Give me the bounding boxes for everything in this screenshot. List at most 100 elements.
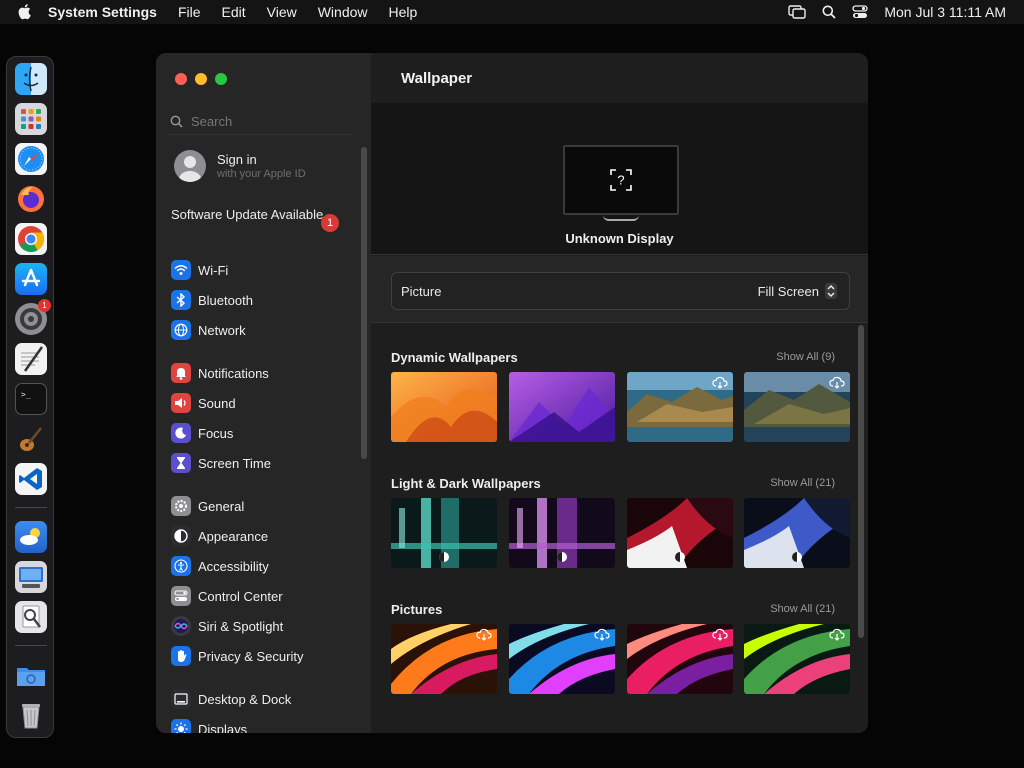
- sidebar-item-appearance[interactable]: Appearance: [171, 524, 359, 548]
- wallpaper-thumb-ventura-blue[interactable]: [744, 498, 850, 568]
- spotlight-search-icon[interactable]: [822, 5, 836, 19]
- weather-icon[interactable]: [15, 521, 47, 553]
- picture-label: Picture: [401, 283, 442, 299]
- unknown-display-icon: ?: [610, 169, 632, 191]
- sidebar-item-label: Displays: [198, 721, 248, 734]
- download-cloud-icon: [712, 376, 728, 389]
- trash-icon[interactable]: [15, 699, 47, 731]
- display-thumbnail[interactable]: ?: [563, 145, 679, 215]
- show-all-button[interactable]: Show All (21): [770, 603, 835, 615]
- light-dark-icon: [792, 552, 802, 562]
- minimize-button[interactable]: [195, 73, 207, 85]
- wallpaper-thumb-imac-purple[interactable]: [509, 498, 615, 568]
- edit-menu[interactable]: Edit: [222, 4, 246, 20]
- hourglass-icon: [171, 453, 191, 473]
- app-store-icon[interactable]: [15, 263, 47, 295]
- sidebar: Sign in with your Apple ID Software Upda…: [156, 53, 371, 733]
- control-center-icon: [171, 586, 191, 606]
- wallpaper-thumb-monterey-purple[interactable]: [509, 372, 615, 442]
- show-all-button[interactable]: Show All (9): [776, 351, 835, 363]
- file-menu[interactable]: File: [178, 4, 201, 20]
- control-center-icon[interactable]: [852, 5, 868, 19]
- sidebar-item-control-center[interactable]: Control Center: [171, 584, 359, 608]
- display-stand: [603, 215, 639, 221]
- software-update-available[interactable]: Software Update Available: [171, 207, 339, 223]
- wallpaper-thumb-abstract-red[interactable]: [627, 624, 733, 694]
- window-menu[interactable]: Window: [318, 4, 368, 20]
- avatar: [174, 150, 206, 182]
- picture-settings-panel: Picture Fill Screen: [371, 256, 868, 323]
- wallpaper-thumb-abstract-green[interactable]: [744, 624, 850, 694]
- main-scrollbar[interactable]: [858, 325, 864, 638]
- sidebar-item-wifi[interactable]: Wi-Fi: [171, 258, 359, 282]
- show-all-button[interactable]: Show All (21): [770, 477, 835, 489]
- dock-separator: [15, 645, 47, 646]
- sidebar-item-accessibility[interactable]: Accessibility: [171, 554, 359, 578]
- sign-in-subtitle: with your Apple ID: [217, 168, 306, 180]
- wallpaper-thumb-catalina-dusk[interactable]: [744, 372, 850, 442]
- garageband-icon[interactable]: [15, 423, 47, 455]
- downloads-folder-icon[interactable]: [15, 659, 47, 691]
- screen-mirroring-icon[interactable]: [788, 5, 807, 19]
- view-menu[interactable]: View: [267, 4, 297, 20]
- help-menu[interactable]: Help: [389, 4, 418, 20]
- wallpaper-thumb-abstract-blue[interactable]: [509, 624, 615, 694]
- siri-icon: [171, 616, 191, 636]
- launchpad-icon[interactable]: [15, 103, 47, 135]
- system-settings-icon[interactable]: 1: [15, 299, 51, 335]
- zoom-button[interactable]: [215, 73, 227, 85]
- dock: 1 >_: [6, 56, 54, 738]
- chrome-icon[interactable]: [15, 223, 47, 255]
- download-cloud-icon: [594, 628, 610, 641]
- sidebar-item-screen-time[interactable]: Screen Time: [171, 451, 359, 475]
- svg-text:>_: >_: [21, 390, 31, 399]
- moon-icon: [171, 423, 191, 443]
- wallpaper-thumb-ventura-red[interactable]: [627, 498, 733, 568]
- app-menu[interactable]: System Settings: [48, 4, 157, 20]
- sidebar-item-notifications[interactable]: Notifications: [171, 361, 359, 385]
- desktop-icon: [171, 689, 191, 709]
- sign-in-title: Sign in: [217, 152, 257, 167]
- sidebar-item-label: Control Center: [198, 588, 283, 604]
- light-dark-icon: [675, 552, 685, 562]
- sidebar-item-focus[interactable]: Focus: [171, 421, 359, 445]
- preview-icon[interactable]: [15, 601, 47, 633]
- sidebar-item-general[interactable]: General: [171, 494, 359, 518]
- sidebar-item-label: Appearance: [198, 528, 269, 544]
- sidebar-item-label: Desktop & Dock: [198, 691, 292, 707]
- person-icon: [179, 156, 201, 182]
- close-button[interactable]: [175, 73, 187, 85]
- safari-icon[interactable]: [15, 143, 47, 175]
- sidebar-item-desktop-dock[interactable]: Desktop & Dock: [171, 687, 359, 711]
- apple-menu-icon[interactable]: [18, 4, 34, 20]
- globe-icon: [171, 320, 191, 340]
- terminal-icon[interactable]: >_: [15, 383, 47, 415]
- firefox-icon[interactable]: [15, 183, 47, 215]
- search-input[interactable]: [191, 114, 341, 129]
- sidebar-item-sound[interactable]: Sound: [171, 391, 359, 415]
- sidebar-item-network[interactable]: Network: [171, 318, 359, 342]
- hand-icon: [171, 646, 191, 666]
- search-field[interactable]: [168, 109, 352, 135]
- sign-in-apple-id[interactable]: Sign in with your Apple ID: [174, 150, 306, 182]
- menu-clock[interactable]: Mon Jul 3 11:11 AM: [884, 4, 1006, 20]
- screen-sharing-icon[interactable]: [15, 561, 47, 593]
- display-name: Unknown Display: [565, 231, 674, 246]
- textedit-icon[interactable]: [15, 343, 47, 375]
- wallpaper-thumb-abstract-orange[interactable]: [391, 624, 497, 694]
- sidebar-item-bluetooth[interactable]: Bluetooth: [171, 288, 359, 312]
- accessibility-icon: [171, 556, 191, 576]
- sidebar-scrollbar[interactable]: [361, 147, 367, 459]
- wallpaper-thumb-catalina-day[interactable]: [627, 372, 733, 442]
- wallpaper-thumb-ventura-orange[interactable]: [391, 372, 497, 442]
- vscode-icon[interactable]: [15, 463, 47, 495]
- wallpaper-thumb-imac-teal[interactable]: [391, 498, 497, 568]
- finder-icon[interactable]: [15, 63, 47, 95]
- sidebar-item-siri-spotlight[interactable]: Siri & Spotlight: [171, 614, 359, 638]
- appearance-icon: [171, 526, 191, 546]
- sidebar-item-displays[interactable]: Displays: [171, 717, 359, 733]
- fill-screen-popup[interactable]: Fill Screen: [758, 283, 837, 299]
- gear-icon: [171, 496, 191, 516]
- light-dark-icon: [439, 552, 449, 562]
- sidebar-item-privacy-security[interactable]: Privacy & Security: [171, 644, 359, 668]
